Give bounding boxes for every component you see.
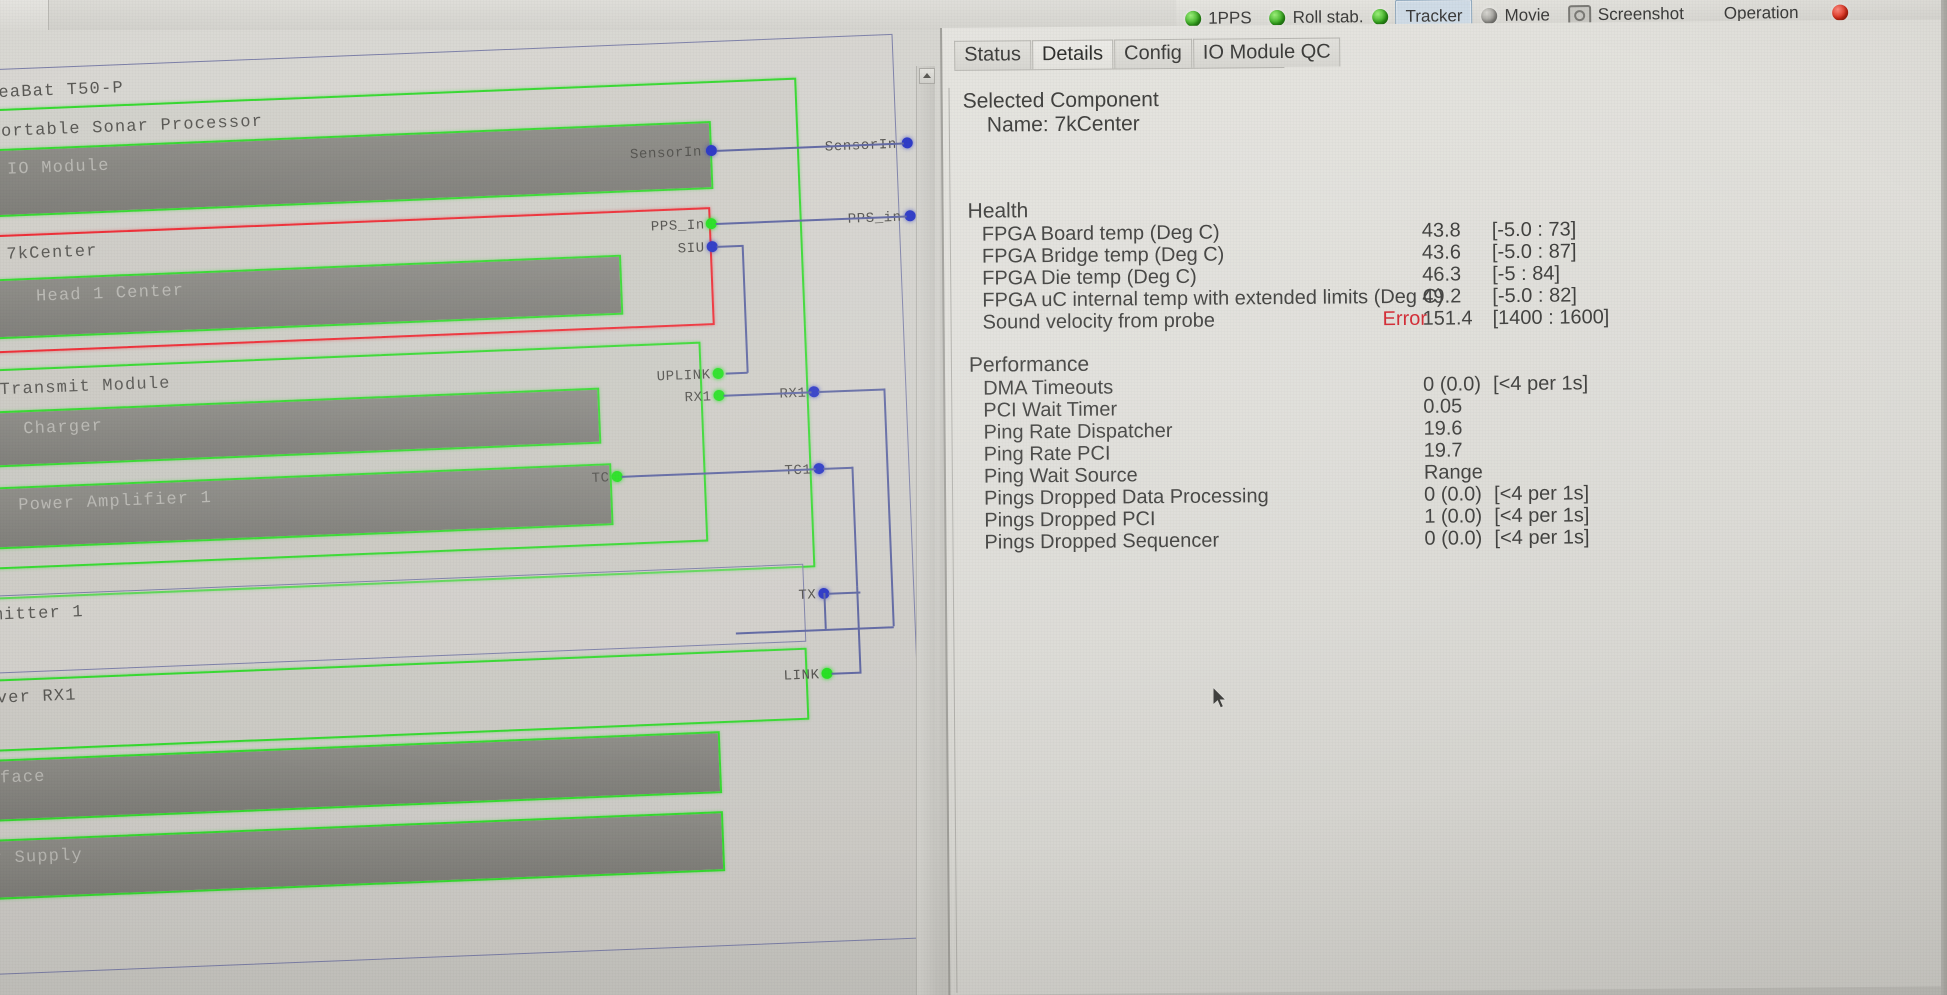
row-label: Ping Rate PCI [983,442,1111,466]
row-value: Range [1423,461,1483,484]
performance-section-title: Performance [968,352,1090,377]
row-value: 46.3 [1422,263,1462,286]
diagram-node-label: IO Module [6,156,111,180]
row-label: DMA Timeouts [983,376,1114,400]
grey-led-icon [1481,7,1498,25]
diagram-node-label: Portable Sonar Processor [0,112,264,143]
scroll-up-arrow-icon[interactable] [919,68,935,84]
row-label: Pings Dropped Sequencer [984,529,1220,554]
row-range: [<4 per 1s] [1494,526,1590,550]
diagram-node-label: Receiver RX1 [0,686,78,711]
screen-right-edge [1941,0,1947,995]
row-range: [1400 : 1600] [1492,306,1610,330]
tab-details[interactable]: Details [1031,39,1114,70]
green-led-icon [1185,10,1202,27]
row-value: 49.2 [1422,285,1462,308]
row-value: 0 (0.0) [1423,483,1482,506]
green-led-icon [1269,9,1286,27]
row-range: [-5.0 : 73] [1491,218,1577,242]
diagram-node-label: 7kCenter [6,242,99,265]
row-range: [-5.0 : 87] [1491,240,1577,264]
row-value: 43.6 [1421,241,1462,264]
tab-status[interactable]: Status [954,40,1032,70]
details-tab-bar: Status Details Config IO Module QC [954,36,1342,70]
diagram-node-label: Charger [22,417,104,440]
diagram-scrollbar[interactable] [916,66,935,995]
row-label: Pings Dropped PCI [984,508,1156,532]
row-label: Ping Rate Dispatcher [983,419,1173,444]
row-value: 19.6 [1423,417,1463,440]
red-led-icon [1832,4,1849,21]
row-value: 0 (0.0) [1423,373,1482,396]
diagram-node-label: Interface [0,767,46,791]
selected-component-name: Name: 7kCenter [986,112,1140,137]
window-corner [0,0,49,30]
row-range: [<4 per 1s] [1494,504,1590,528]
component-tree-diagram[interactable]: SeaBat T50-P Portable Sonar Processor IO… [0,30,940,995]
row-value: 19.7 [1423,439,1463,462]
row-label: Sound velocity from probe [982,309,1216,334]
row-range: [-5 : 84] [1492,262,1561,286]
row-range: [<4 per 1s] [1493,482,1590,506]
row-label: Ping Wait Source [983,464,1138,488]
tab-config[interactable]: Config [1113,38,1193,69]
row-label: PCI Wait Timer [983,398,1118,422]
status-badge: Error [1382,307,1428,331]
diagram-node-label: Head 1 Center [35,281,185,307]
diagram-node-label: Transmit Module [0,374,172,401]
row-value: 0 (0.0) [1424,527,1483,550]
row-range: [-5.0 : 82] [1492,284,1577,308]
diagram-node-label: Power Amplifier 1 [17,488,213,516]
selected-component-heading: Selected Component [962,88,1159,113]
row-value: 151.4 [1422,307,1473,330]
row-value: 43.8 [1421,219,1461,242]
tab-io-module-qc[interactable]: IO Module QC [1192,37,1341,68]
mouse-cursor [1213,687,1229,711]
row-value: 1 (0.0) [1424,505,1483,528]
diagram-node-label: Power Supply [0,846,84,871]
green-led-icon [1372,8,1389,26]
details-panel: Status Details Config IO Module QC Selec… [940,19,1947,995]
diagram-node-label: SeaBat T50-P [0,79,125,104]
row-value: 0.05 [1423,395,1463,418]
row-label: FPGA Die temp (Deg C) [982,265,1197,290]
diagram-node-label: Transmitter 1 [0,603,85,628]
panel-divider [948,87,958,993]
health-section-title: Health [967,199,1029,223]
row-range: [<4 per 1s] [1493,372,1589,396]
